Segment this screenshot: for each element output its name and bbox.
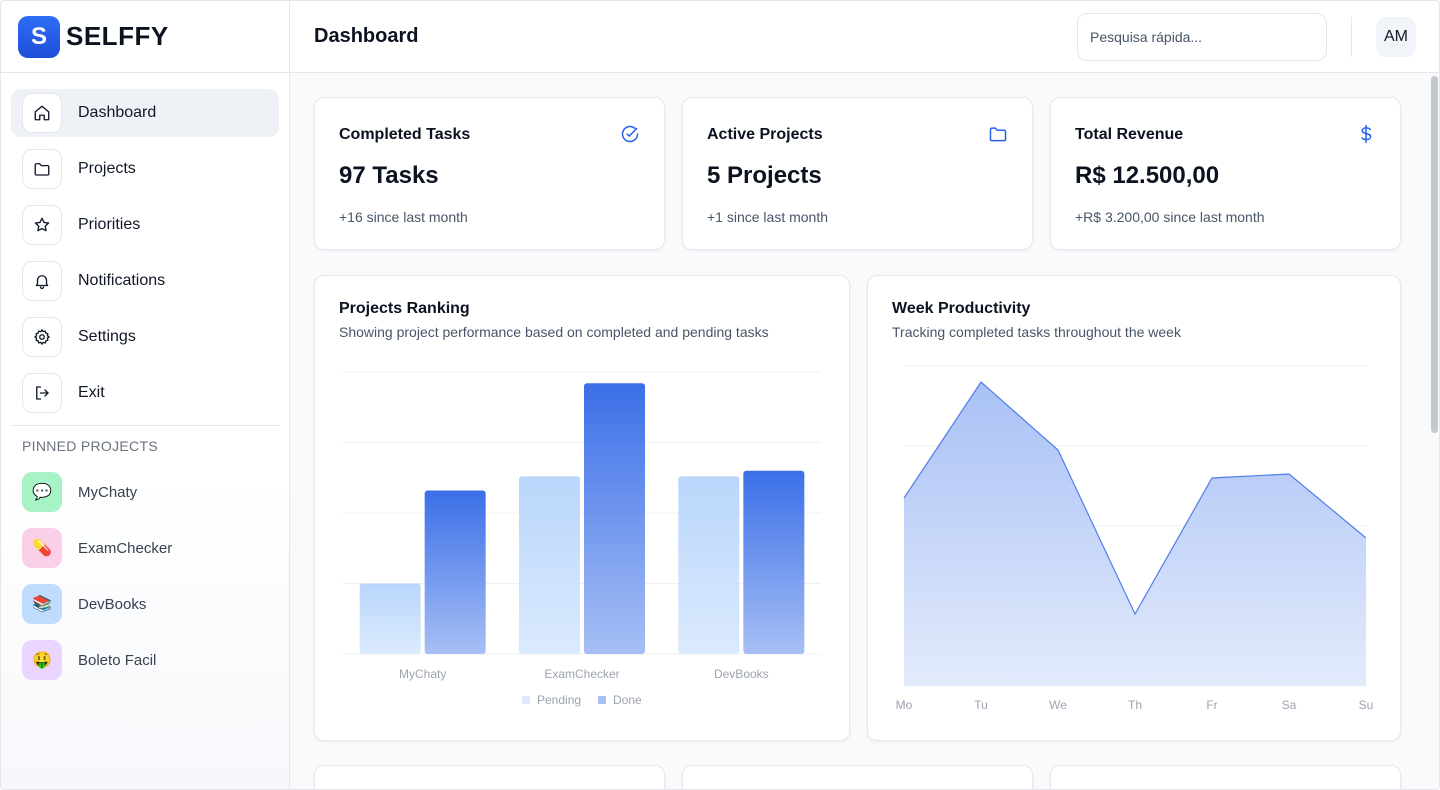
search-input[interactable] xyxy=(1077,13,1327,61)
folder-icon xyxy=(22,149,62,189)
stat-title: Total Revenue xyxy=(1075,126,1184,143)
top-header: Dashboard AM xyxy=(290,1,1439,73)
sidebar-item-label: Notifications xyxy=(78,272,166,289)
lower-card-1 xyxy=(314,765,665,789)
money-face-icon: 🤑 xyxy=(22,640,62,680)
sidebar: S SELFFY Dashboard Projects Priorities N… xyxy=(1,1,290,789)
sidebar-item-label: Exit xyxy=(78,384,105,401)
folder-icon xyxy=(988,124,1008,144)
pinned-project-boleto-facil[interactable]: 🤑 Boleto Facil xyxy=(1,632,289,688)
legend-swatch xyxy=(598,696,606,704)
page-title: Dashboard xyxy=(314,25,419,47)
x-tick-label: Su xyxy=(1359,698,1374,712)
stat-value: R$ 12.500,00 xyxy=(1075,162,1220,189)
sidebar-item-exit[interactable]: Exit xyxy=(11,369,279,417)
star-icon xyxy=(22,205,62,245)
pinned-project-label: ExamChecker xyxy=(78,539,173,557)
sidebar-nav: Dashboard Projects Priorities Notificati… xyxy=(1,73,289,417)
x-tick-label: Tu xyxy=(974,698,988,712)
app-window: S SELFFY Dashboard Projects Priorities N… xyxy=(0,0,1440,790)
sidebar-item-label: Dashboard xyxy=(78,104,157,121)
stat-subtext: +16 since last month xyxy=(339,209,468,225)
x-tick-label: DevBooks xyxy=(714,667,769,681)
pinned-projects-title: PINNED PROJECTS xyxy=(22,438,158,454)
bar-pending-examchecker[interactable] xyxy=(519,476,580,654)
legend-swatch xyxy=(522,696,530,704)
bar-pending-devbooks[interactable] xyxy=(678,476,740,654)
x-tick-label: Th xyxy=(1128,698,1142,712)
stat-title: Active Projects xyxy=(707,126,823,143)
sidebar-item-dashboard[interactable]: Dashboard xyxy=(11,89,279,137)
header-divider xyxy=(1351,17,1352,57)
area-fill xyxy=(904,382,1366,686)
sidebar-item-label: Settings xyxy=(78,328,136,345)
scrollbar-thumb[interactable] xyxy=(1431,76,1438,433)
pinned-project-label: MyChaty xyxy=(78,483,138,501)
brand[interactable]: S SELFFY xyxy=(1,1,289,73)
sidebar-item-settings[interactable]: Settings xyxy=(11,313,279,361)
pinned-project-label: DevBooks xyxy=(78,595,147,613)
projects-ranking-chart: MyChaty ExamChecker DevBooks Pending Done xyxy=(343,371,821,707)
legend-label: Pending xyxy=(537,693,581,707)
week-productivity-card: Week Productivity Tracking completed tas… xyxy=(867,275,1401,741)
pinned-project-devbooks[interactable]: 📚 DevBooks xyxy=(1,576,289,632)
stat-card-completed-tasks: Completed Tasks 97 Tasks +16 since last … xyxy=(314,97,665,250)
stat-title: Completed Tasks xyxy=(339,126,471,143)
x-tick-label: Sa xyxy=(1282,698,1297,712)
books-icon: 📚 xyxy=(22,584,62,624)
home-icon xyxy=(22,93,62,133)
x-tick-label: We xyxy=(1049,698,1067,712)
sidebar-item-label: Priorities xyxy=(78,216,141,233)
chat-bubble-icon: 💬 xyxy=(22,472,62,512)
logout-icon xyxy=(22,373,62,413)
bell-icon xyxy=(22,261,62,301)
main-content: Completed Tasks 97 Tasks +16 since last … xyxy=(290,73,1427,789)
week-productivity-chart: Mo Tu We Th Fr Sa Su xyxy=(896,365,1374,712)
pinned-project-mychaty[interactable]: 💬 MyChaty xyxy=(1,464,289,520)
x-tick-label: Mo xyxy=(896,698,913,712)
sidebar-item-priorities[interactable]: Priorities xyxy=(11,201,279,249)
bar-done-mychaty[interactable] xyxy=(424,490,486,654)
pinned-project-examchecker[interactable]: 💊 ExamChecker xyxy=(1,520,289,576)
lower-card-3 xyxy=(1050,765,1401,789)
stat-value: 5 Projects xyxy=(707,162,822,189)
sidebar-item-notifications[interactable]: Notifications xyxy=(11,257,279,305)
bar-done-devbooks[interactable] xyxy=(743,470,805,654)
stat-subtext: +1 since last month xyxy=(707,209,829,225)
legend-label: Done xyxy=(613,693,642,707)
pill-icon: 💊 xyxy=(22,528,62,568)
projects-ranking-card: Projects Ranking Showing project perform… xyxy=(314,275,850,741)
brand-name: SELFFY xyxy=(66,21,169,51)
lower-card-2 xyxy=(682,765,1033,789)
x-tick-label: ExamChecker xyxy=(544,667,619,681)
stat-card-active-projects: Active Projects 5 Projects +1 since last… xyxy=(682,97,1033,250)
check-circle-icon xyxy=(620,124,640,144)
stat-value: 97 Tasks xyxy=(339,162,439,189)
gear-icon xyxy=(22,317,62,357)
avatar[interactable]: AM xyxy=(1376,17,1416,57)
x-tick-label: MyChaty xyxy=(399,667,446,681)
bar-done-examchecker[interactable] xyxy=(584,383,645,654)
pinned-project-label: Boleto Facil xyxy=(78,651,157,669)
stat-card-total-revenue: Total Revenue R$ 12.500,00 +R$ 3.200,00 … xyxy=(1050,97,1401,250)
x-tick-label: Fr xyxy=(1206,698,1217,712)
dollar-icon xyxy=(1356,124,1376,144)
brand-logo: S xyxy=(18,15,60,58)
bar-pending-mychaty[interactable] xyxy=(359,583,421,655)
stat-subtext: +R$ 3.200,00 since last month xyxy=(1075,209,1265,225)
sidebar-divider xyxy=(11,425,279,426)
sidebar-item-projects[interactable]: Projects xyxy=(11,145,279,193)
sidebar-item-label: Projects xyxy=(78,160,136,177)
